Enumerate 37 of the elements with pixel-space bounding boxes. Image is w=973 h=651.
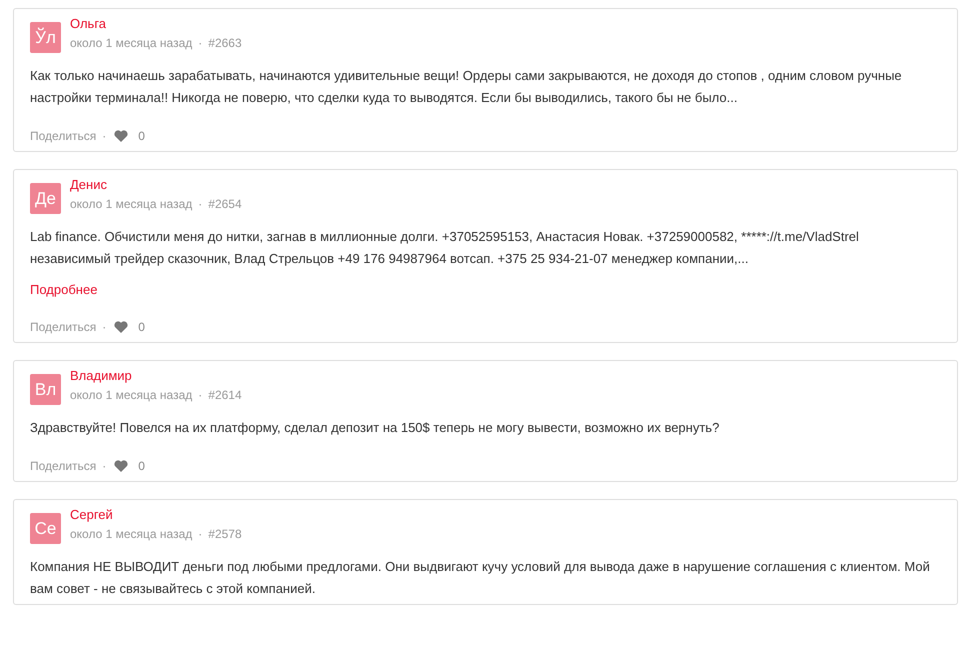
like-count: 0 — [138, 320, 145, 334]
separator: · — [198, 196, 202, 213]
comment-text: Как только начинаешь зарабатывать, начинаются удивительные вещи! Ордеры сами закрываются, не доходя до стопов , одним словом ручные настройки терминала!! Никогда не поверю, что сделки куда то выводятся. Если бы выводились, такого бы не было... — [30, 67, 903, 107]
comment-time: около 1 месяца назад — [70, 196, 192, 213]
separator: · — [102, 320, 106, 334]
read-more-link[interactable]: Подробнее — [30, 280, 98, 300]
comment-text: Lab finance. Обчистили меня до нитки, загнав в миллионные долги. +37052595153, Анастасия Новак. +37259000582, *****://t.me/VladStrel независимый трейдер сказочник, Влад Стрельцов +49 176 94987964 вотсап. +375 25 934-21-07 менеджер компании,... — [30, 228, 860, 268]
comment-text: Здравствуйте! Повелся на их платформу, сделал депозит на 150$ теперь не могу вывести, возможно их вернуть? — [30, 419, 720, 437]
comment-number-link[interactable]: #2578 — [208, 526, 242, 543]
separator: · — [198, 387, 202, 404]
comment-time: около 1 месяца назад — [70, 35, 192, 52]
avatar: Ўл — [30, 22, 61, 53]
author-link[interactable]: Денис — [70, 176, 242, 193]
heart-icon[interactable] — [114, 460, 128, 472]
like-count: 0 — [138, 459, 145, 473]
comment-time: около 1 месяца назад — [70, 526, 192, 543]
heart-icon[interactable] — [114, 130, 128, 142]
separator: · — [102, 129, 106, 143]
author-link[interactable]: Ольга — [70, 15, 242, 32]
author-link[interactable]: Сергей — [70, 506, 242, 523]
share-link[interactable]: Поделиться — [30, 320, 96, 334]
comment-text: Компания НЕ ВЫВОДИТ деньги под любыми предлогами. Они выдвигают кучу условий для вывода даже в нарушение соглашения с клиентом. Мой вам совет - не связывайтесь с этой компанией. — [30, 558, 931, 598]
separator: · — [198, 526, 202, 543]
comment-number-link[interactable]: #2654 — [208, 196, 242, 213]
author-link[interactable]: Владимир — [70, 367, 242, 384]
separator: · — [198, 35, 202, 52]
separator: · — [102, 459, 106, 473]
avatar: Де — [30, 183, 61, 214]
share-link[interactable]: Поделиться — [30, 129, 96, 143]
like-count: 0 — [138, 129, 145, 143]
comment-number-link[interactable]: #2614 — [208, 387, 242, 404]
comment-number-link[interactable]: #2663 — [208, 35, 242, 52]
avatar: Вл — [30, 374, 61, 405]
comment-time: около 1 месяца назад — [70, 387, 192, 404]
share-link[interactable]: Поделиться — [30, 459, 96, 473]
avatar: Се — [30, 513, 61, 544]
heart-icon[interactable] — [114, 321, 128, 333]
